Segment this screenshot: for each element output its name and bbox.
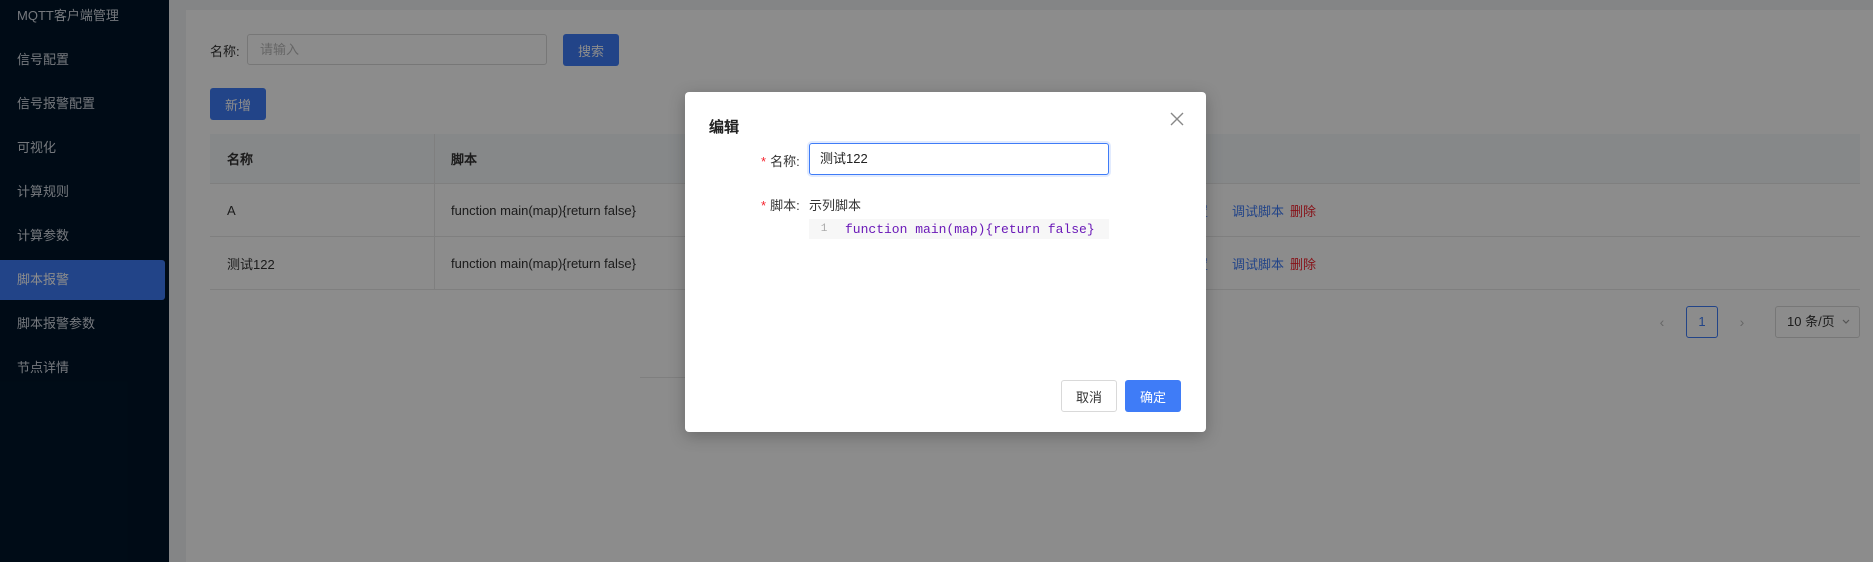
cancel-button[interactable]: 取消 [1061,380,1117,412]
required-mark: * [761,198,767,213]
ok-button[interactable]: 确定 [1125,380,1181,412]
name-field-label: * 名称: [761,151,800,170]
close-icon[interactable] [1166,108,1188,130]
script-field-label: * 脚本: [761,195,800,214]
script-code-editor[interactable]: 1 function main(map){return false} [809,219,1109,239]
name-label-text: 名称: [770,154,800,169]
edit-modal: 编辑 * 名称: 测试122 * 脚本: 示列脚本 1 function main(… [685,92,1206,432]
script-label-text: 脚本: [770,198,800,213]
required-mark: * [761,154,767,169]
name-input[interactable]: 测试122 [809,143,1109,175]
code-line-text: function main(map){return false} [845,221,1095,237]
modal-title: 编辑 [709,119,740,136]
code-line-number: 1 [820,223,828,235]
example-script-link[interactable]: 示列脚本 [809,195,861,214]
